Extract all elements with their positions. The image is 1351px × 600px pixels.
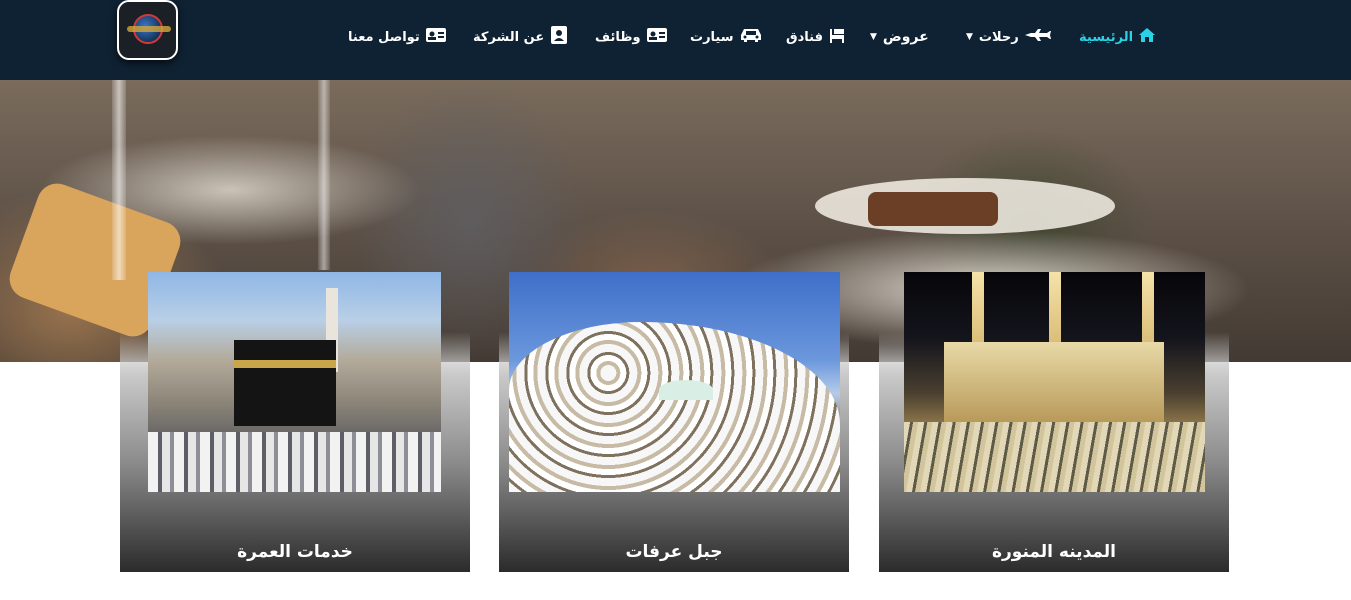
card-title: المدينه المنورة bbox=[991, 542, 1116, 562]
id-card-icon bbox=[646, 27, 667, 47]
card-title: جبل عرفات bbox=[625, 542, 723, 562]
nav-item-offers[interactable]: ▼ عروض bbox=[870, 25, 929, 49]
nav-item-label: رحلات bbox=[978, 29, 1019, 45]
nav-item-label: فنادق bbox=[786, 29, 823, 45]
contact-book-icon bbox=[550, 26, 568, 48]
hotel-icon bbox=[829, 27, 845, 47]
service-card-umrah[interactable]: خدمات العمرة bbox=[120, 272, 470, 572]
card-title: خدمات العمرة bbox=[237, 542, 353, 562]
service-card-arafat[interactable]: جبل عرفات bbox=[499, 272, 849, 572]
nav-item-contact[interactable]: تواصل معنا bbox=[348, 25, 446, 49]
nav-item-hotels[interactable]: فنادق bbox=[786, 25, 845, 49]
nav-item-label: تواصل معنا bbox=[348, 29, 420, 45]
kaaba-umrah-image bbox=[148, 272, 441, 492]
chevron-down-icon: ▼ bbox=[966, 32, 973, 42]
nav-item-trips[interactable]: ▼ رحلات bbox=[966, 25, 1051, 49]
madinah-mosque-image bbox=[904, 272, 1205, 492]
site-logo[interactable] bbox=[117, 0, 178, 60]
nav-item-label: عن الشركة bbox=[473, 29, 545, 45]
nav-item-label: وظائف bbox=[595, 29, 641, 45]
address-card-icon bbox=[425, 27, 446, 47]
nav-item-label: عروض bbox=[882, 29, 929, 45]
plane-icon bbox=[1024, 29, 1051, 45]
car-icon bbox=[740, 27, 762, 47]
nav-item-label: الرئيسية bbox=[1079, 29, 1134, 45]
mount-arafat-image bbox=[509, 272, 840, 492]
nav-item-jobs[interactable]: وظائف bbox=[595, 25, 667, 49]
nav-item-label: سيارت bbox=[690, 29, 734, 45]
top-navbar: الرئيسية ▼ رحلات ▼ عروض فنادق سيارت وظائ… bbox=[0, 0, 1351, 80]
chevron-down-icon: ▼ bbox=[870, 32, 877, 42]
home-icon bbox=[1139, 28, 1156, 46]
nav-item-about[interactable]: عن الشركة bbox=[473, 25, 568, 49]
service-card-madinah[interactable]: المدينه المنورة bbox=[879, 272, 1229, 572]
nav-item-cars[interactable]: سيارت bbox=[690, 25, 762, 49]
nav-item-home[interactable]: الرئيسية bbox=[1079, 25, 1156, 49]
